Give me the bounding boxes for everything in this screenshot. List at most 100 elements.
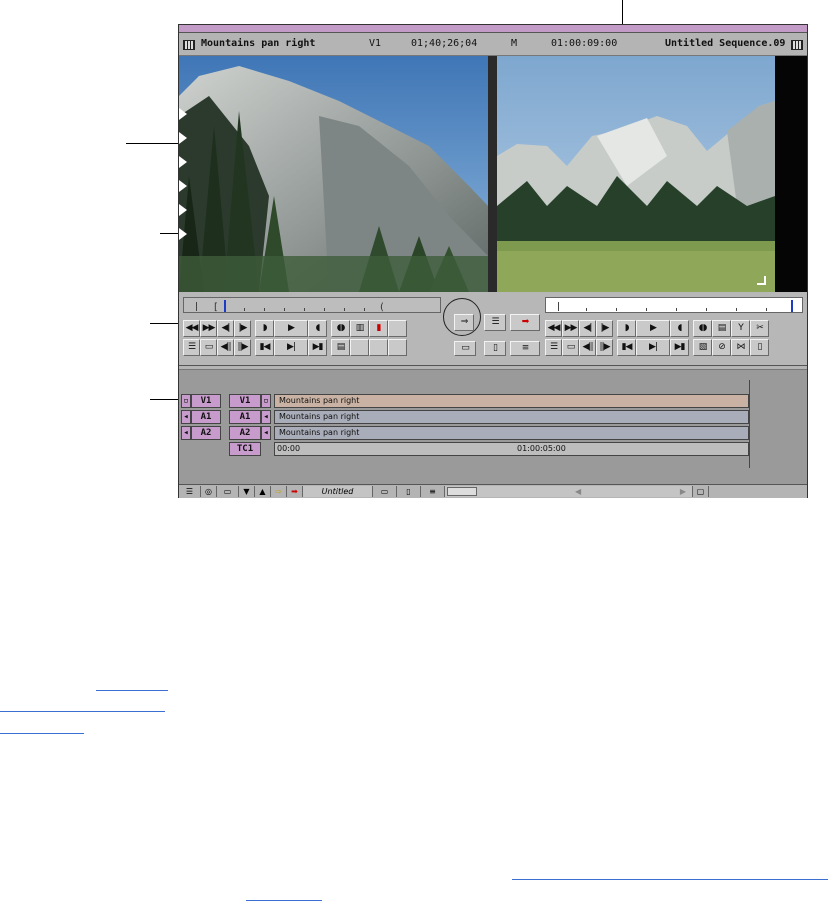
timeline-clip-a1[interactable]: Mountains pan right <box>274 410 749 424</box>
rec-trim-button[interactable]: ▤ <box>712 320 731 337</box>
rec-mark-in-button[interactable]: ◗ <box>617 320 636 337</box>
lift-button[interactable]: ☰ <box>484 314 506 331</box>
play-button[interactable]: ▶ <box>274 320 308 337</box>
rec-fast-forward-button[interactable]: ▶▶ <box>562 320 579 337</box>
mark-indicator: M <box>511 38 518 49</box>
rec-render-button[interactable]: ▧ <box>693 339 712 356</box>
film-button[interactable]: ▤ <box>331 339 350 356</box>
source-track-a1-toggle[interactable]: ◂ <box>181 410 191 424</box>
film-strip-icon[interactable] <box>183 40 195 50</box>
link-underline-3[interactable] <box>0 733 84 734</box>
chevron-up-icon[interactable]: ▲ <box>255 486 271 497</box>
timeline-position-indicator[interactable] <box>749 380 750 468</box>
source-monitor[interactable] <box>179 56 488 292</box>
rec-rewind-button[interactable]: ◀◀ <box>545 320 562 337</box>
rec-cut-button[interactable]: ✂ <box>750 320 769 337</box>
step-forward-button[interactable]: |▶ <box>234 320 251 337</box>
chevron-down-icon[interactable]: ▼ <box>239 486 255 497</box>
mark-out-button[interactable]: ◖ <box>308 320 327 337</box>
go-to-in-button[interactable]: ▮◀ <box>255 339 274 356</box>
rec-step-forward-button[interactable]: |▶ <box>596 320 613 337</box>
scroll-left-arrow-icon[interactable]: ◀ <box>575 486 581 497</box>
blank-button-4[interactable] <box>388 339 407 356</box>
splice-in-button[interactable]: ⇒ <box>454 314 474 331</box>
rec-trim-mode-button[interactable]: ⋈ <box>731 339 750 356</box>
record-position-bar[interactable] <box>545 297 803 313</box>
overwrite-button[interactable]: ➡ <box>510 314 540 331</box>
rec-tape-button[interactable]: ▭ <box>562 339 579 356</box>
go-to-out-button[interactable]: ▶▮ <box>308 339 327 356</box>
blank-button-2[interactable] <box>350 339 369 356</box>
bin-name-field[interactable]: Untitled <box>303 486 373 497</box>
rec-mark-out-button[interactable]: ◖ <box>670 320 689 337</box>
rewind-button[interactable]: ◀◀ <box>183 320 200 337</box>
rec-clip-info-button[interactable]: ☰ <box>545 339 562 356</box>
target-icon[interactable]: ◎ <box>201 486 217 497</box>
source-track-a1[interactable]: A1 <box>191 410 221 424</box>
track-toggle-button[interactable]: ☰ <box>179 486 201 497</box>
monitor-mode-button[interactable]: ▭ <box>454 341 476 356</box>
rec-step-back-button[interactable]: ◀| <box>579 320 596 337</box>
jog-back-button[interactable]: ◀|| <box>217 339 234 356</box>
rec-go-to-out-button[interactable]: ▶▮ <box>670 339 689 356</box>
rec-go-to-in-button[interactable]: ▮◀ <box>617 339 636 356</box>
resize-corner-icon[interactable]: ▢ <box>693 486 709 497</box>
source-track-a2[interactable]: A2 <box>191 426 221 440</box>
rec-play-button[interactable]: ▶ <box>636 320 670 337</box>
clip-info-button[interactable]: ☰ <box>183 339 200 356</box>
record-track-tc1[interactable]: TC1 <box>229 442 261 456</box>
record-track-a1-monitor[interactable]: ◂ <box>261 410 271 424</box>
timeline-scrollbar[interactable]: ◀ ▶ <box>445 486 693 497</box>
red-segment-button[interactable]: ➡ <box>287 486 303 497</box>
record-track-v1[interactable]: V1 <box>229 394 261 408</box>
step-back-button[interactable]: ◀| <box>217 320 234 337</box>
monitor-toggle-button[interactable]: ▭ <box>217 486 239 497</box>
timecode-track[interactable]: 00:00 01:00:05:00 <box>274 442 749 456</box>
single-monitor-button[interactable]: ▯ <box>484 341 506 356</box>
dual-monitor-button[interactable]: ▭ <box>373 486 397 497</box>
timeline-clip-v1[interactable]: Mountains pan right <box>274 394 749 408</box>
match-frame-button[interactable]: ▥ <box>350 320 369 337</box>
record-track-a2-monitor[interactable]: ◂ <box>261 426 271 440</box>
window-title-bar[interactable] <box>179 25 807 33</box>
settings-button[interactable]: ≡ <box>510 341 540 356</box>
source-track-v1[interactable]: V1 <box>191 394 221 408</box>
link-underline-2[interactable] <box>0 711 165 712</box>
source-position-bar[interactable]: [ ( <box>183 297 441 313</box>
single-view-button[interactable]: ▯ <box>397 486 421 497</box>
link-underline-4[interactable] <box>512 879 828 880</box>
blank-button-3[interactable] <box>369 339 388 356</box>
record-track-a1[interactable]: A1 <box>229 410 261 424</box>
timeline-settings-button[interactable]: ≡ <box>421 486 445 497</box>
fast-forward-button[interactable]: ▶▶ <box>200 320 217 337</box>
timeline-panel[interactable]: ▫ V1 ◂ A1 ◂ A2 V1 ▫ A1 ◂ A2 ◂ TC1 Mounta… <box>179 365 807 484</box>
rec-jog-back-button[interactable]: ◀|| <box>579 339 596 356</box>
record-track-a2[interactable]: A2 <box>229 426 261 440</box>
record-monitor[interactable] <box>497 56 807 292</box>
mark-in-button[interactable]: ◗ <box>255 320 274 337</box>
blank-button-1[interactable] <box>388 320 407 337</box>
rec-clipboard-button[interactable]: ▯ <box>750 339 769 356</box>
sequence-menu-icon[interactable] <box>791 40 803 50</box>
link-underline-1[interactable] <box>96 690 168 691</box>
play-in-out-button[interactable]: ▶| <box>274 339 308 356</box>
yellow-segment-button[interactable]: ⇨ <box>271 486 287 497</box>
link-underline-5[interactable] <box>246 900 322 901</box>
splice-in-arrow-icon: ⇒ <box>460 317 468 327</box>
timeline-clip-a2[interactable]: Mountains pan right <box>274 426 749 440</box>
mark-clip-button[interactable]: ◖◗ <box>331 320 350 337</box>
jog-forward-button[interactable]: ||▶ <box>234 339 251 356</box>
source-track-v1-toggle[interactable]: ▫ <box>181 394 191 408</box>
rec-no-button[interactable]: ⊘ <box>712 339 731 356</box>
red-marker-button[interactable]: ▮ <box>369 320 388 337</box>
record-track-v1-monitor[interactable]: ▫ <box>261 394 271 408</box>
rec-jog-forward-button[interactable]: ||▶ <box>596 339 613 356</box>
source-track-a2-toggle[interactable]: ◂ <box>181 426 191 440</box>
record-frame-image <box>497 56 807 292</box>
tape-button[interactable]: ▭ <box>200 339 217 356</box>
scroll-right-arrow-icon[interactable]: ▶ <box>680 486 686 497</box>
rec-play-in-out-button[interactable]: ▶| <box>636 339 670 356</box>
scroll-thumb[interactable] <box>447 487 477 496</box>
rec-effect-button[interactable]: Y <box>731 320 750 337</box>
rec-mark-clip-button[interactable]: ◖◗ <box>693 320 712 337</box>
